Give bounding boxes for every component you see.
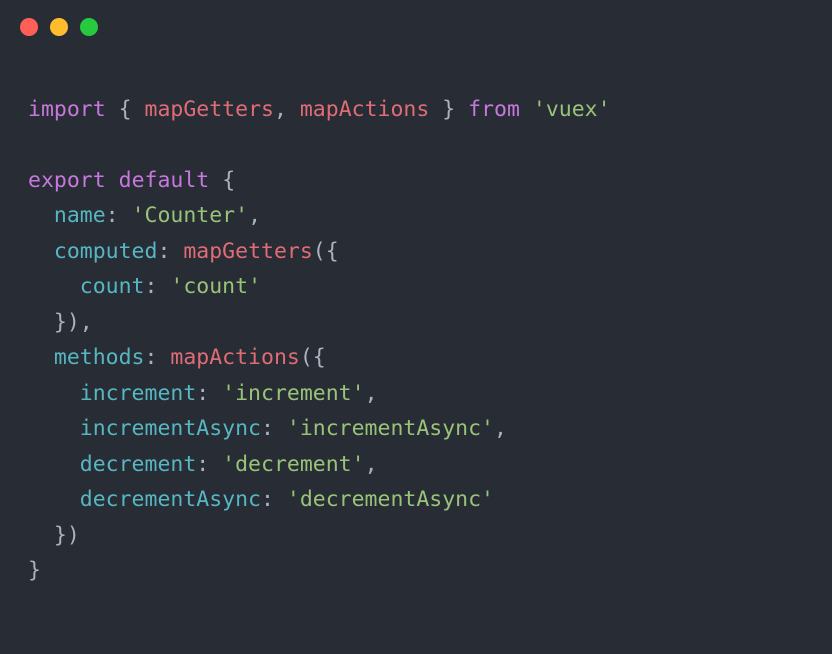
- punct: }): [54, 523, 80, 548]
- keyword-export: export: [28, 168, 106, 193]
- indent: [28, 381, 80, 406]
- property: decrementAsync: [80, 487, 261, 512]
- property: computed: [54, 239, 158, 264]
- punct: :: [157, 239, 183, 264]
- punct: ,: [365, 452, 378, 477]
- zoom-icon[interactable]: [80, 18, 98, 36]
- code-line: count: 'count': [28, 274, 261, 299]
- function-call: mapGetters: [183, 239, 312, 264]
- string: 'decrementAsync': [287, 487, 494, 512]
- indent: [28, 523, 54, 548]
- code-line: decrementAsync: 'decrementAsync': [28, 487, 494, 512]
- keyword-import: import: [28, 97, 106, 122]
- string: 'decrement': [222, 452, 364, 477]
- punct: {: [222, 168, 235, 193]
- string: 'Counter': [132, 203, 249, 228]
- string: 'increment': [222, 381, 364, 406]
- punct: :: [145, 274, 171, 299]
- indent: [28, 487, 80, 512]
- punct: }: [28, 558, 41, 583]
- code-line: import { mapGetters, mapActions } from '…: [28, 97, 611, 122]
- punct: }),: [54, 310, 93, 335]
- code-window: import { mapGetters, mapActions } from '…: [0, 0, 832, 654]
- punct: :: [261, 487, 287, 512]
- code-line: decrement: 'decrement',: [28, 452, 378, 477]
- code-line: methods: mapActions({: [28, 345, 326, 370]
- string: 'vuex': [533, 97, 611, 122]
- keyword-default: default: [119, 168, 210, 193]
- code-block: import { mapGetters, mapActions } from '…: [0, 44, 832, 617]
- code-line: name: 'Counter',: [28, 203, 261, 228]
- keyword-from: from: [468, 97, 520, 122]
- close-icon[interactable]: [20, 18, 38, 36]
- code-line: }): [28, 523, 80, 548]
- punct: ({: [313, 239, 339, 264]
- property: name: [54, 203, 106, 228]
- code-line: increment: 'increment',: [28, 381, 378, 406]
- property: methods: [54, 345, 145, 370]
- minimize-icon[interactable]: [50, 18, 68, 36]
- space: [520, 97, 533, 122]
- indent: [28, 203, 54, 228]
- punct: ({: [300, 345, 326, 370]
- indent: [28, 310, 54, 335]
- punct: :: [145, 345, 171, 370]
- string: 'incrementAsync': [287, 416, 494, 441]
- indent: [28, 239, 54, 264]
- code-line: export default {: [28, 168, 235, 193]
- code-line: computed: mapGetters({: [28, 239, 339, 264]
- punct: ,: [494, 416, 507, 441]
- property: count: [80, 274, 145, 299]
- property: increment: [80, 381, 197, 406]
- punct: ,: [248, 203, 261, 228]
- indent: [28, 274, 80, 299]
- punct: }: [429, 97, 468, 122]
- space: [209, 168, 222, 193]
- punct: :: [196, 381, 222, 406]
- code-line: }: [28, 558, 41, 583]
- space: [106, 168, 119, 193]
- punct: :: [196, 452, 222, 477]
- titlebar: [0, 0, 832, 44]
- property: incrementAsync: [80, 416, 261, 441]
- indent: [28, 452, 80, 477]
- function-call: mapActions: [170, 345, 299, 370]
- punct: :: [106, 203, 132, 228]
- identifier: mapGetters: [145, 97, 274, 122]
- punct: ,: [365, 381, 378, 406]
- indent: [28, 345, 54, 370]
- indent: [28, 416, 80, 441]
- punct: ,: [274, 97, 300, 122]
- code-line: }),: [28, 310, 93, 335]
- identifier: mapActions: [300, 97, 429, 122]
- punct: :: [261, 416, 287, 441]
- code-line: incrementAsync: 'incrementAsync',: [28, 416, 507, 441]
- punct: {: [106, 97, 145, 122]
- property: decrement: [80, 452, 197, 477]
- string: 'count': [170, 274, 261, 299]
